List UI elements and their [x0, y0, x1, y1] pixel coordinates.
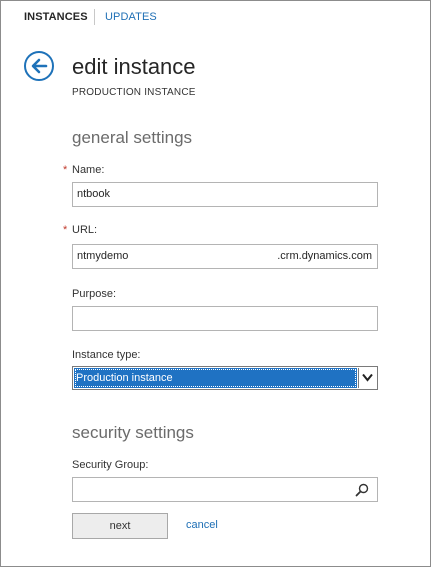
purpose-field[interactable]: [72, 306, 378, 331]
next-button[interactable]: next: [72, 513, 168, 539]
dropdown-button[interactable]: [358, 368, 376, 388]
instance-type-selected: Production instance: [74, 368, 357, 388]
url-field[interactable]: ntmydemo .crm.dynamics.com: [72, 244, 378, 269]
security-settings-heading: security settings: [72, 423, 194, 442]
url-label: URL:: [72, 224, 98, 236]
purpose-label: Purpose:: [72, 288, 117, 300]
url-value: ntmydemo: [77, 250, 129, 262]
tab-updates[interactable]: UPDATES: [105, 11, 157, 23]
name-value: ntbook: [77, 188, 111, 200]
instance-type-label: Instance type:: [72, 349, 141, 361]
page-subtitle: PRODUCTION INSTANCE: [72, 87, 196, 98]
name-field[interactable]: ntbook: [72, 182, 378, 207]
back-arrow-icon: [31, 58, 48, 74]
nav-divider: [94, 9, 95, 25]
name-label: Name:: [72, 164, 105, 176]
required-marker: *: [63, 164, 68, 176]
back-button[interactable]: [24, 51, 54, 81]
search-icon[interactable]: [355, 483, 369, 497]
url-domain-suffix: .crm.dynamics.com: [277, 250, 372, 262]
security-group-field[interactable]: [72, 477, 378, 502]
required-marker: *: [63, 224, 68, 236]
tab-instances[interactable]: INSTANCES: [24, 11, 88, 23]
security-group-label: Security Group:: [72, 459, 149, 471]
cancel-link[interactable]: cancel: [186, 519, 218, 531]
edit-instance-panel: INSTANCES UPDATES edit instance PRODUCTI…: [0, 0, 431, 567]
general-settings-heading: general settings: [72, 128, 193, 147]
instance-type-select[interactable]: Production instance: [72, 366, 378, 390]
page-title: edit instance: [72, 54, 196, 79]
chevron-down-icon: [362, 373, 373, 382]
